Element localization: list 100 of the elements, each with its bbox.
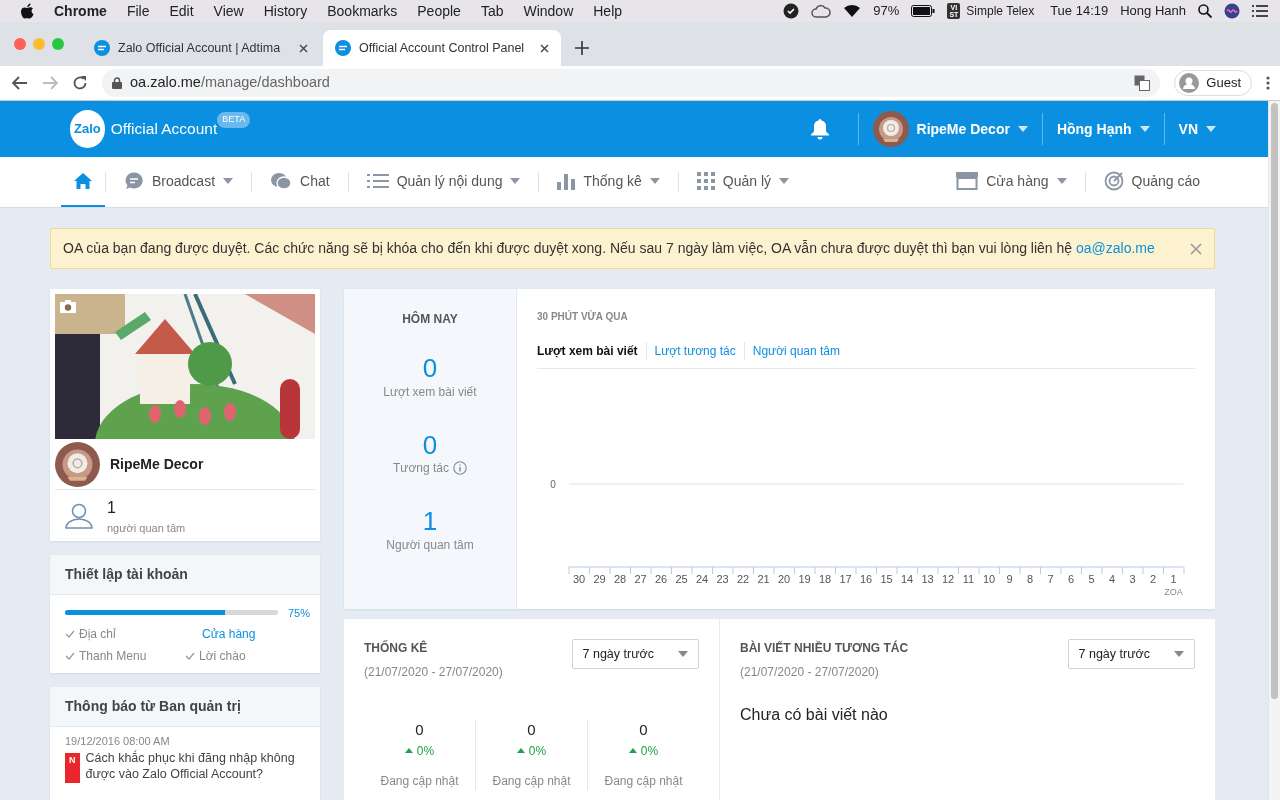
stat-value: 0	[421, 354, 439, 383]
shield-icon[interactable]	[783, 3, 800, 19]
menu-item[interactable]: Edit	[169, 0, 194, 22]
menu-item[interactable]: Tab	[480, 0, 504, 22]
bell-icon[interactable]	[809, 118, 830, 140]
axis-label: 1	[1170, 573, 1177, 585]
zalo-icon	[94, 40, 110, 56]
app-menu[interactable]: Chrome	[54, 0, 107, 22]
axis-label: 22	[736, 573, 750, 585]
axis-label: 3	[1129, 573, 1136, 585]
menu-item[interactable]: View	[213, 0, 244, 22]
menu-item[interactable]: File	[126, 0, 150, 22]
axis-label: 8	[1026, 573, 1034, 585]
metric-value: 0	[638, 720, 649, 740]
nav-tab[interactable]: Quản lý	[678, 157, 808, 207]
nav-tab[interactable]: Quảng cáo	[1085, 157, 1200, 207]
reload-icon[interactable]	[72, 75, 88, 91]
stat-label: Tương tác	[393, 460, 449, 478]
caret-icon	[1206, 126, 1216, 132]
axis-label: 18	[818, 573, 832, 585]
follower-count: 1	[107, 498, 117, 518]
browser-tab[interactable]: Official Account Control Panel	[323, 30, 561, 66]
up-caret-icon	[516, 748, 525, 753]
axis-label: 11	[962, 573, 975, 585]
menu-item[interactable]: Help	[593, 0, 623, 22]
logo[interactable]: Zalo	[70, 110, 105, 148]
back-icon[interactable]	[12, 76, 28, 90]
stat-label: Người quan tâm	[386, 536, 474, 554]
bar-chart-icon	[557, 172, 576, 190]
section-title: HÔM NAY	[401, 310, 459, 328]
nav-tab[interactable]: Broadcast	[106, 157, 252, 207]
menu-item[interactable]: Bookmarks	[327, 0, 398, 22]
notice-link[interactable]: Cách khắc phục khi đăng nhập không được vào Zalo Official Account?	[85, 749, 312, 784]
caret-icon	[678, 651, 688, 657]
menu-item[interactable]: People	[417, 0, 461, 22]
axis-label: 26	[654, 573, 668, 585]
new-tab-icon[interactable]	[575, 41, 589, 55]
axis-label: 21	[757, 573, 770, 585]
person-icon	[1179, 73, 1200, 93]
nav-tab[interactable]: Quản lý nội dung	[348, 157, 539, 207]
user-icon	[65, 503, 93, 530]
nav-tab[interactable]: Cửa hàng	[938, 157, 1085, 207]
close-icon[interactable]	[540, 43, 549, 53]
user-name[interactable]: Hong Hanh	[1120, 1, 1186, 21]
axis-label: 13	[921, 573, 934, 585]
axis-label: 15	[880, 573, 893, 585]
nav-tab[interactable]: Chat	[252, 157, 348, 207]
date-range: (21/07/2020 - 27/07/2020)	[740, 664, 880, 681]
translate-icon[interactable]	[1134, 75, 1151, 91]
more-icon[interactable]	[1266, 76, 1270, 90]
axis-label: 19	[798, 573, 811, 585]
axis-title: ZOA	[1164, 587, 1183, 597]
up-caret-icon	[404, 748, 413, 753]
chart-tab[interactable]: Lượt xem bài viết	[537, 342, 646, 360]
setup-step[interactable]: Lời chào	[185, 647, 246, 665]
caret-icon	[1139, 126, 1150, 132]
zalo-icon	[335, 40, 351, 56]
siri-icon[interactable]	[1224, 3, 1240, 19]
caret-icon	[1017, 126, 1028, 132]
chart-tab[interactable]: Lượt tương tác	[645, 342, 744, 360]
follower-label: người quan tâm	[107, 521, 186, 536]
address-bar[interactable]: oa.zalo.me/manage/dashboard	[102, 69, 1161, 97]
setup-step[interactable]: Thanh Menu	[65, 647, 147, 665]
store-icon	[956, 172, 979, 190]
menu-item[interactable]: History	[263, 0, 308, 22]
axis-label: 10	[982, 573, 996, 585]
check-icon	[65, 630, 75, 638]
setup-step[interactable]: Địa chỉ	[65, 625, 116, 643]
stat-label: Lượt xem bài viết	[383, 383, 477, 401]
axis-label: 2	[1149, 573, 1157, 585]
camera-icon[interactable]	[60, 300, 76, 313]
period-select[interactable]: 7 ngày trước	[1067, 639, 1195, 669]
scrollbar[interactable]	[1271, 103, 1278, 699]
period-select[interactable]: 7 ngày trước	[571, 639, 699, 669]
grid-icon	[696, 172, 715, 190]
nav-tab[interactable]: Thống kê	[539, 157, 678, 207]
cloud-icon[interactable]	[811, 4, 832, 18]
search-icon[interactable]	[1198, 4, 1212, 18]
input-source[interactable]: Simple Telex	[966, 2, 1035, 20]
chart-tab[interactable]: Người quan tâm	[743, 342, 849, 360]
news-badge: N	[65, 752, 80, 784]
list-icon[interactable]	[1252, 5, 1268, 17]
axis-label: 29	[593, 573, 606, 585]
info-icon[interactable]	[452, 461, 467, 476]
setup-step[interactable]: Cửa hàng	[185, 625, 256, 643]
page-name: RipeMe Decor	[110, 455, 204, 474]
check-icon	[65, 652, 75, 660]
browser-tab[interactable]: Zalo Official Account | Adtima	[82, 30, 320, 66]
metric-change: 0%	[364, 741, 475, 760]
apple-icon[interactable]	[20, 3, 34, 19]
metric-change: 0%	[476, 741, 587, 760]
chat-bubble-icon	[124, 171, 144, 191]
clock[interactable]: Tue 14:19	[1050, 1, 1109, 21]
menu-item[interactable]: Window	[523, 0, 574, 22]
metric-value: 0	[414, 720, 425, 740]
wifi-icon[interactable]	[843, 4, 862, 18]
alert-message: OA của bạn đang được duyệt. Các chức năng sẽ bị khóa cho đến khi được duyệt xong. Nếu sau 7 ngày làm việc, OA vẫn chưa được duyệt thì bạn vui lòng liên hệ oa@zalo.me	[63, 239, 1155, 258]
axis-label: 23	[716, 573, 729, 585]
close-icon[interactable]	[299, 43, 308, 53]
battery-icon[interactable]	[911, 5, 936, 17]
